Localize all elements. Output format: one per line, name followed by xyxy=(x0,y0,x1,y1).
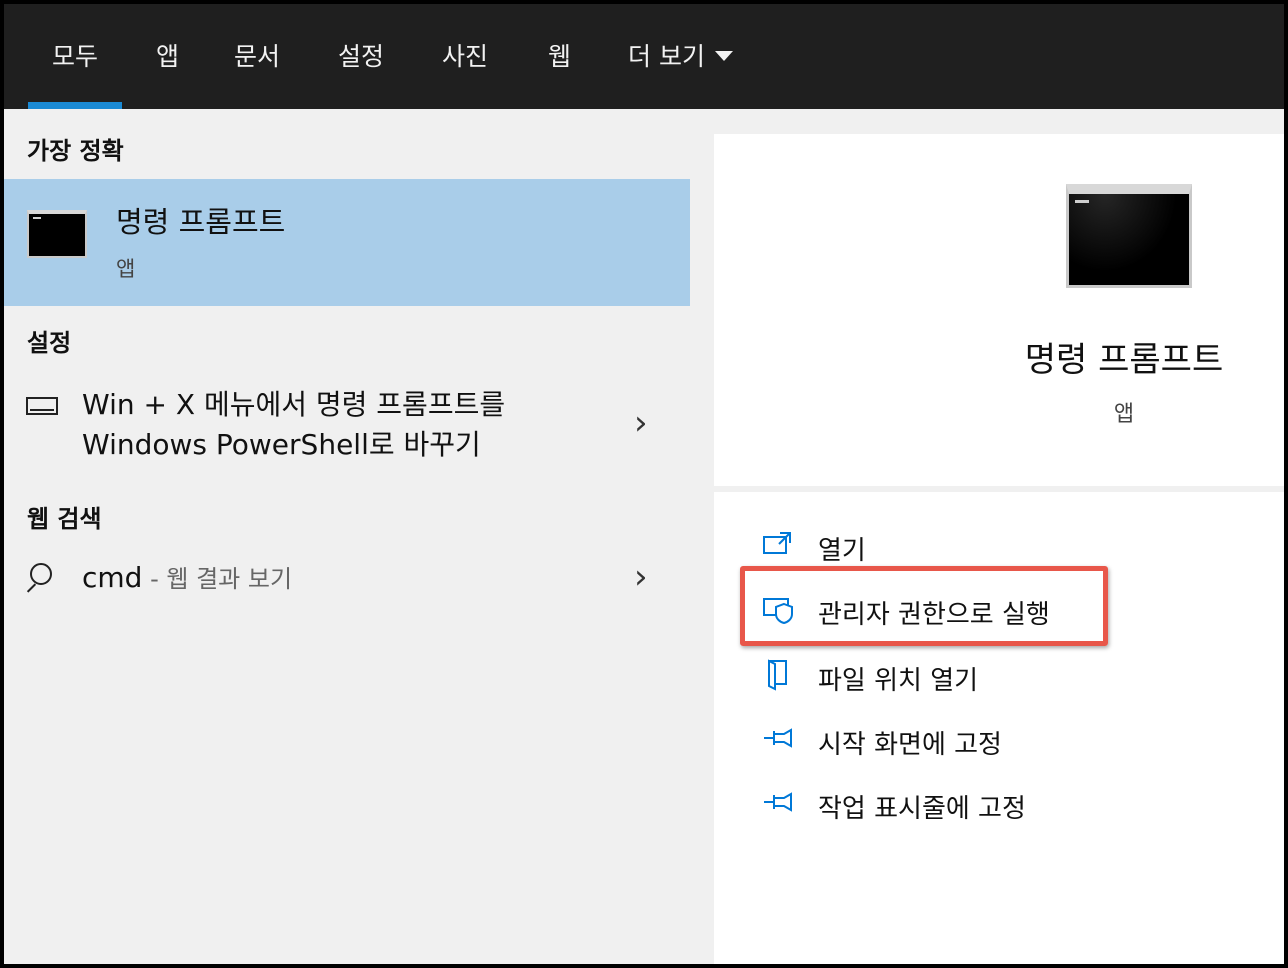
best-match-heading: 가장 정확 xyxy=(27,137,124,165)
pin-icon xyxy=(764,728,792,748)
best-match-item[interactable]: 명령 프롬프트 앱 xyxy=(4,179,690,306)
tab-photos-label: 사진 xyxy=(442,42,489,71)
preview-app-name: 명령 프롬프트 xyxy=(1024,340,1224,380)
settings-heading: 설정 xyxy=(27,329,72,357)
action-pin-to-start-label: 시작 화면에 고정 xyxy=(818,730,1002,760)
tab-settings-label: 설정 xyxy=(338,42,385,71)
search-window: 모두 앱 문서 설정 사진 웹 더 보기 가장 정확 명령 프롬프트 앱 설정 … xyxy=(4,4,1284,964)
file-location-icon xyxy=(768,659,787,691)
chevron-right-icon[interactable]: › xyxy=(634,557,648,597)
tab-all[interactable]: 모두 xyxy=(27,4,123,109)
tab-more[interactable]: 더 보기 xyxy=(628,4,733,109)
best-match-name: 명령 프롬프트 xyxy=(116,205,286,239)
action-open-file-location-label: 파일 위치 열기 xyxy=(818,666,979,696)
action-pin-to-start[interactable]: 시작 화면에 고정 xyxy=(762,722,1242,762)
action-open-file-location[interactable]: 파일 위치 열기 xyxy=(762,658,1242,698)
tab-photos[interactable]: 사진 xyxy=(442,4,488,109)
setting-result-item[interactable]: Win + X 메뉴에서 명령 프롬프트를 Windows PowerShell… xyxy=(4,379,690,479)
tab-apps[interactable]: 앱 xyxy=(156,4,179,109)
filter-tab-bar: 모두 앱 문서 설정 사진 웹 더 보기 xyxy=(4,4,1284,109)
tab-web[interactable]: 웹 xyxy=(548,4,571,109)
web-query: cmd xyxy=(82,561,143,594)
tab-web-label: 웹 xyxy=(548,42,572,71)
tab-apps-label: 앱 xyxy=(156,42,180,71)
action-pin-to-taskbar-label: 작업 표시줄에 고정 xyxy=(818,794,1026,824)
search-icon xyxy=(30,563,52,585)
tab-settings[interactable]: 설정 xyxy=(338,4,384,109)
tab-documents-label: 문서 xyxy=(234,42,281,71)
app-preview-header: 명령 프롬프트 앱 xyxy=(714,134,1284,486)
highlight-box xyxy=(740,566,1108,646)
chevron-right-icon[interactable]: › xyxy=(634,403,648,443)
web-result-item[interactable]: cmd - 웹 결과 보기 › xyxy=(4,549,690,609)
tab-more-label: 더 보기 xyxy=(628,42,705,71)
results-list: 가장 정확 명령 프롬프트 앱 설정 Win + X 메뉴에서 명령 프롬프트를… xyxy=(4,109,690,964)
setting-result-label: Win + X 메뉴에서 명령 프롬프트를 Windows PowerShell… xyxy=(82,388,506,461)
chevron-down-icon xyxy=(714,51,733,61)
open-icon xyxy=(763,532,791,554)
command-prompt-large-icon xyxy=(1066,184,1192,288)
web-result-suffix: - 웹 결과 보기 xyxy=(142,565,293,593)
web-search-heading: 웹 검색 xyxy=(27,505,102,533)
action-pin-to-taskbar[interactable]: 작업 표시줄에 고정 xyxy=(762,786,1242,826)
command-prompt-icon xyxy=(27,210,87,258)
app-actions-panel: 열기 관리자 권한으로 실행 파일 위치 열기 시작 화면에 고정 작업 표시줄… xyxy=(714,492,1284,964)
pin-icon xyxy=(764,792,792,812)
tab-documents[interactable]: 문서 xyxy=(234,4,280,109)
web-result-label: cmd - 웹 결과 보기 xyxy=(82,559,292,594)
best-match-type: 앱 xyxy=(116,257,136,281)
action-open-label: 열기 xyxy=(818,536,866,566)
display-icon xyxy=(26,397,58,415)
tab-all-label: 모두 xyxy=(52,42,99,71)
preview-app-type: 앱 xyxy=(1113,402,1135,427)
action-open[interactable]: 열기 xyxy=(762,528,1242,568)
